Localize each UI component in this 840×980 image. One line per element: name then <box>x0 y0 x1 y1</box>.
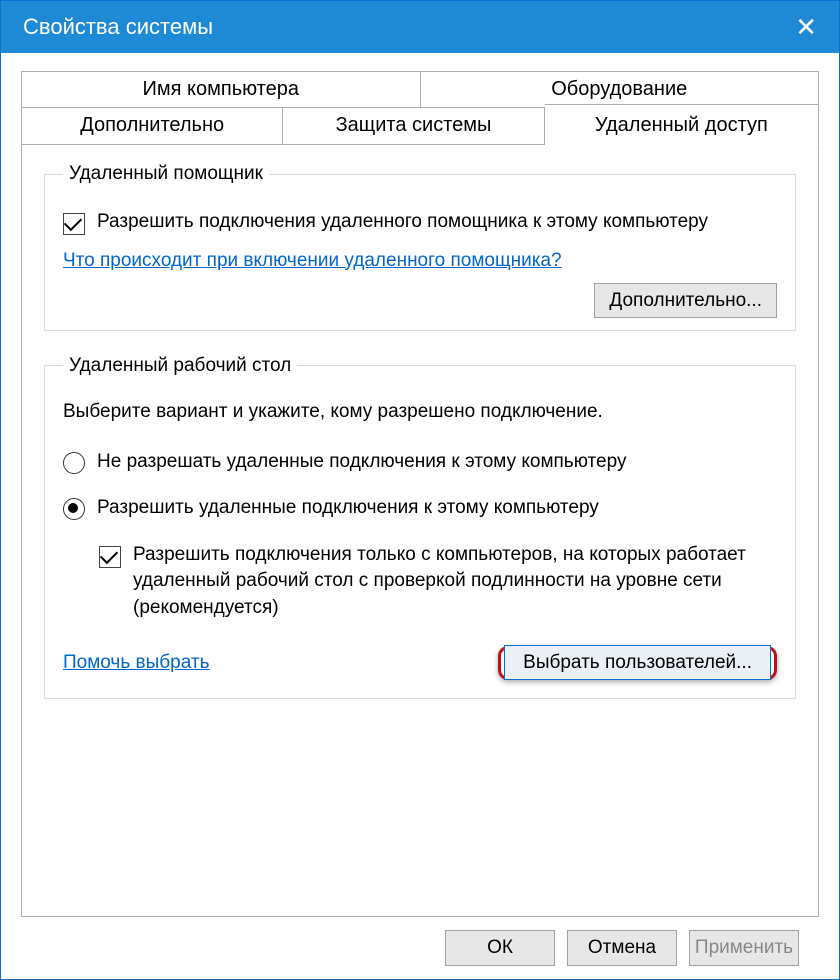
radio-allow-remote[interactable] <box>63 498 85 520</box>
tab-hardware[interactable]: Оборудование <box>421 71 820 108</box>
checkbox-allow-remote-assistance-label: Разрешить подключения удаленного помощни… <box>97 209 708 236</box>
radio-allow-remote-label: Разрешить удаленные подключения к этому … <box>97 495 599 522</box>
tab-remote[interactable]: Удаленный доступ <box>545 104 819 145</box>
tab-system-protection[interactable]: Защита системы <box>283 107 544 145</box>
tab-advanced[interactable]: Дополнительно <box>21 107 283 145</box>
dialog-footer: ОК Отмена Применить <box>21 917 819 979</box>
link-what-happens-remote-assistance[interactable]: Что происходит при включении удаленного … <box>63 250 562 271</box>
apply-button[interactable]: Применить <box>689 930 799 966</box>
tab-strip: Имя компьютера Оборудование Дополнительн… <box>21 71 819 145</box>
checkbox-nla-only[interactable] <box>99 546 121 568</box>
titlebar: Свойства системы ✕ <box>1 1 839 53</box>
cancel-button[interactable]: Отмена <box>567 930 677 966</box>
group-remote-assistance: Удаленный помощник Разрешить подключения… <box>44 163 796 331</box>
close-icon[interactable]: ✕ <box>795 12 817 43</box>
content-area: Имя компьютера Оборудование Дополнительн… <box>1 53 839 979</box>
radio-dont-allow-remote-label: Не разрешать удаленные подключения к это… <box>97 449 626 476</box>
radio-dont-allow-remote[interactable] <box>63 452 85 474</box>
tab-computer-name[interactable]: Имя компьютера <box>21 71 421 108</box>
group-remote-assistance-legend: Удаленный помощник <box>63 163 269 185</box>
group-remote-desktop: Удаленный рабочий стол Выберите вариант … <box>44 355 796 699</box>
link-help-choose[interactable]: Помочь выбрать <box>63 652 209 674</box>
advanced-button[interactable]: Дополнительно... <box>594 283 777 318</box>
tab-panel-remote: Удаленный помощник Разрешить подключения… <box>21 145 819 917</box>
ok-button[interactable]: ОК <box>445 930 555 966</box>
checkbox-allow-remote-assistance[interactable] <box>63 213 85 235</box>
remote-desktop-instruction: Выберите вариант и укажите, кому разреше… <box>63 401 777 423</box>
window-title: Свойства системы <box>23 14 213 40</box>
select-users-button[interactable]: Выбрать пользователей... <box>504 645 771 680</box>
system-properties-window: Свойства системы ✕ Имя компьютера Оборуд… <box>0 0 840 980</box>
highlight-select-users: Выбрать пользователей... <box>498 646 777 680</box>
group-remote-desktop-legend: Удаленный рабочий стол <box>63 355 297 377</box>
checkbox-nla-only-label: Разрешить подключения только с компьютер… <box>133 542 777 622</box>
